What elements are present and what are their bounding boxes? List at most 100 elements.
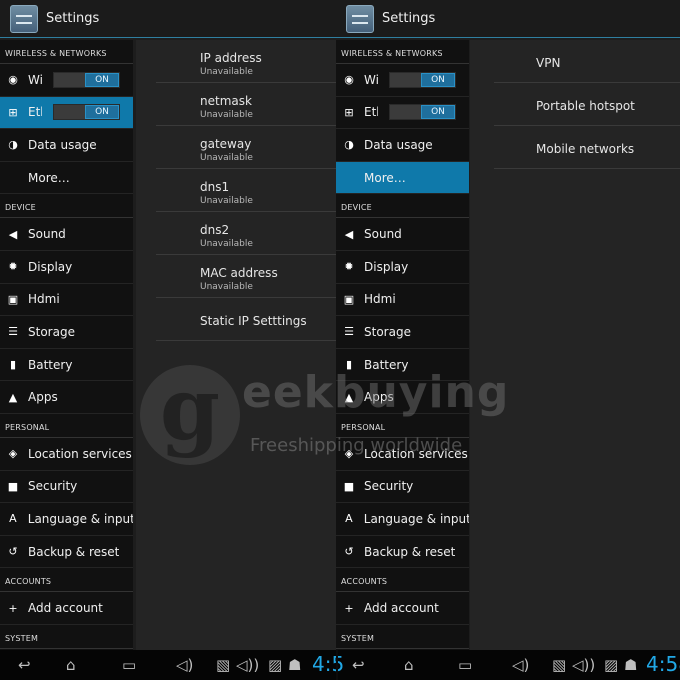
recent-apps-icon-right[interactable]: ▭	[458, 656, 472, 674]
portable-hotspot-row[interactable]: Portable hotspot	[494, 83, 680, 126]
ethernet-toggle[interactable]: ON	[53, 104, 120, 121]
battery-icon: ▮	[9, 358, 17, 372]
usb-debug-icon: ▨	[268, 656, 283, 674]
more-item[interactable]: More…	[0, 162, 133, 195]
battery-item[interactable]: ▮ Battery	[0, 349, 133, 382]
hdmi-item[interactable]: ▣ Hdmi	[0, 284, 133, 317]
section-wireless-right: WIRELESS & NETWORKS	[336, 40, 469, 64]
location-icon: ◈	[8, 447, 18, 461]
add-account-item-right[interactable]: + Add account	[336, 592, 469, 625]
wifi-icon: ◉	[344, 73, 354, 87]
wifi-item-right[interactable]: ◉ Wi ON	[336, 64, 469, 97]
screenshot-icon-right[interactable]: ▧	[552, 656, 566, 674]
settings-app-icon[interactable]	[10, 4, 38, 33]
android-icon-right: ☗	[624, 656, 638, 674]
static-ip-settings-row[interactable]: Static IP Setttings	[156, 298, 336, 341]
netmask-row[interactable]: netmask Unavailable	[156, 83, 336, 126]
vpn-row[interactable]: VPN	[494, 40, 680, 83]
usb-debug-icon-right: ▨	[604, 656, 619, 674]
ethernet-toggle-right[interactable]: ON	[389, 104, 456, 121]
data-usage-icon: ◑	[344, 138, 354, 152]
status-clock-right: 4:58	[646, 652, 680, 676]
location-item-right[interactable]: ◈ Location services	[336, 438, 469, 471]
language-icon: A	[9, 512, 17, 526]
display-item-right[interactable]: ✹ Display	[336, 251, 469, 284]
hdmi-icon: ▣	[343, 292, 355, 306]
wifi-toggle-on: ON	[85, 72, 119, 87]
more-item-right[interactable]: More…	[336, 161, 469, 195]
display-item[interactable]: ✹ Display	[0, 251, 133, 284]
back-icon[interactable]: ↩	[18, 656, 31, 674]
wifi-icon: ◉	[8, 73, 18, 87]
storage-icon: ☰	[8, 325, 18, 339]
data-usage-item[interactable]: ◑ Data usage	[0, 129, 133, 162]
back-icon-right[interactable]: ↩	[352, 656, 365, 674]
section-wireless: WIRELESS & NETWORKS	[0, 40, 133, 64]
security-item[interactable]: ■ Security	[0, 471, 133, 504]
status-clock: 4:5	[312, 652, 345, 676]
dns2-row[interactable]: dns2 Unavailable	[156, 212, 336, 255]
dns1-row[interactable]: dns1 Unavailable	[156, 169, 336, 212]
language-item[interactable]: A Language & input	[0, 503, 133, 536]
ethernet-item-right[interactable]: ⊞ Eth ON	[336, 97, 469, 130]
screenshot-icon[interactable]: ▧	[216, 656, 230, 674]
apps-icon: ▲	[344, 390, 354, 404]
battery-icon: ▮	[345, 358, 353, 372]
sound-item-right[interactable]: ◀ Sound	[336, 218, 469, 251]
settings-header-list: WIRELESS & NETWORKS ◉ Wi ON ⊞ Eth ON ◑Da…	[0, 40, 133, 650]
home-icon[interactable]: ⌂	[66, 656, 76, 674]
volume-icon[interactable]: ◁)	[176, 656, 193, 674]
language-item-right[interactable]: A Language & input	[336, 503, 469, 536]
sound-icon: ◀	[344, 227, 354, 241]
section-personal-right: PERSONAL	[336, 414, 469, 438]
hdmi-item-right[interactable]: ▣ Hdmi	[336, 284, 469, 317]
wifi-toggle[interactable]: ON	[53, 71, 120, 88]
ip-address-row[interactable]: IP address Unavailable	[156, 40, 336, 83]
backup-item[interactable]: ↺ Backup & reset	[0, 536, 133, 569]
wifi-toggle-right[interactable]: ON	[389, 71, 456, 88]
home-icon-right[interactable]: ⌂	[404, 656, 414, 674]
volume-icon-right[interactable]: ◁)	[512, 656, 529, 674]
lock-icon: ■	[7, 479, 19, 493]
backup-icon: ↺	[344, 545, 354, 559]
apps-item-right[interactable]: ▲ Apps	[336, 381, 469, 414]
battery-item-right[interactable]: ▮ Battery	[336, 349, 469, 382]
more-detail-panel: VPN Portable hotspot Mobile networks	[470, 40, 680, 650]
volume-up-icon-right[interactable]: ◁))	[572, 656, 595, 674]
action-bar: Settings	[0, 0, 336, 38]
plus-icon: +	[344, 601, 354, 615]
section-device-right: DEVICE	[336, 194, 469, 219]
storage-item[interactable]: ☰ Storage	[0, 316, 133, 349]
storage-item-right[interactable]: ☰ Storage	[336, 316, 469, 349]
backup-icon: ↺	[8, 545, 18, 559]
settings-app-icon-right[interactable]	[346, 4, 374, 33]
backup-item-right[interactable]: ↺ Backup & reset	[336, 536, 469, 569]
hdmi-icon: ▣	[7, 292, 19, 306]
ethernet-toggle-on: ON	[85, 105, 119, 120]
ethernet-icon: ⊞	[8, 105, 18, 119]
add-account-item[interactable]: + Add account	[0, 592, 133, 625]
mobile-networks-row[interactable]: Mobile networks	[494, 126, 680, 169]
sound-icon: ◀	[8, 227, 18, 241]
data-usage-icon: ◑	[8, 138, 18, 152]
sound-item[interactable]: ◀ Sound	[0, 218, 133, 251]
section-accounts: ACCOUNTS	[0, 568, 133, 593]
ethernet-item[interactable]: ⊞ Eth ON	[0, 96, 133, 130]
data-usage-item-right[interactable]: ◑ Data usage	[336, 129, 469, 162]
settings-pane-more: Settings WIRELESS & NETWORKS ◉ Wi ON ⊞ E…	[336, 0, 680, 650]
gateway-row[interactable]: gateway Unavailable	[156, 126, 336, 169]
volume-up-icon[interactable]: ◁))	[236, 656, 259, 674]
pane-separator	[336, 650, 338, 680]
system-navigation-bar: ↩ ⌂ ▭ ◁) ▧ ◁)) ▨ ☗ 4:5 ↩ ⌂ ▭ ◁) ▧ ◁)) ▨ …	[0, 650, 680, 680]
apps-item[interactable]: ▲ Apps	[0, 381, 133, 414]
location-item[interactable]: ◈ Location services	[0, 438, 133, 471]
android-icon: ☗	[288, 656, 302, 674]
storage-icon: ☰	[344, 325, 354, 339]
wifi-item[interactable]: ◉ Wi ON	[0, 64, 133, 97]
lock-icon: ■	[343, 479, 355, 493]
security-item-right[interactable]: ■ Security	[336, 471, 469, 504]
plus-icon: +	[8, 601, 18, 615]
app-title-right: Settings	[382, 11, 436, 26]
mac-address-row[interactable]: MAC address Unavailable	[156, 255, 336, 298]
recent-apps-icon[interactable]: ▭	[122, 656, 136, 674]
